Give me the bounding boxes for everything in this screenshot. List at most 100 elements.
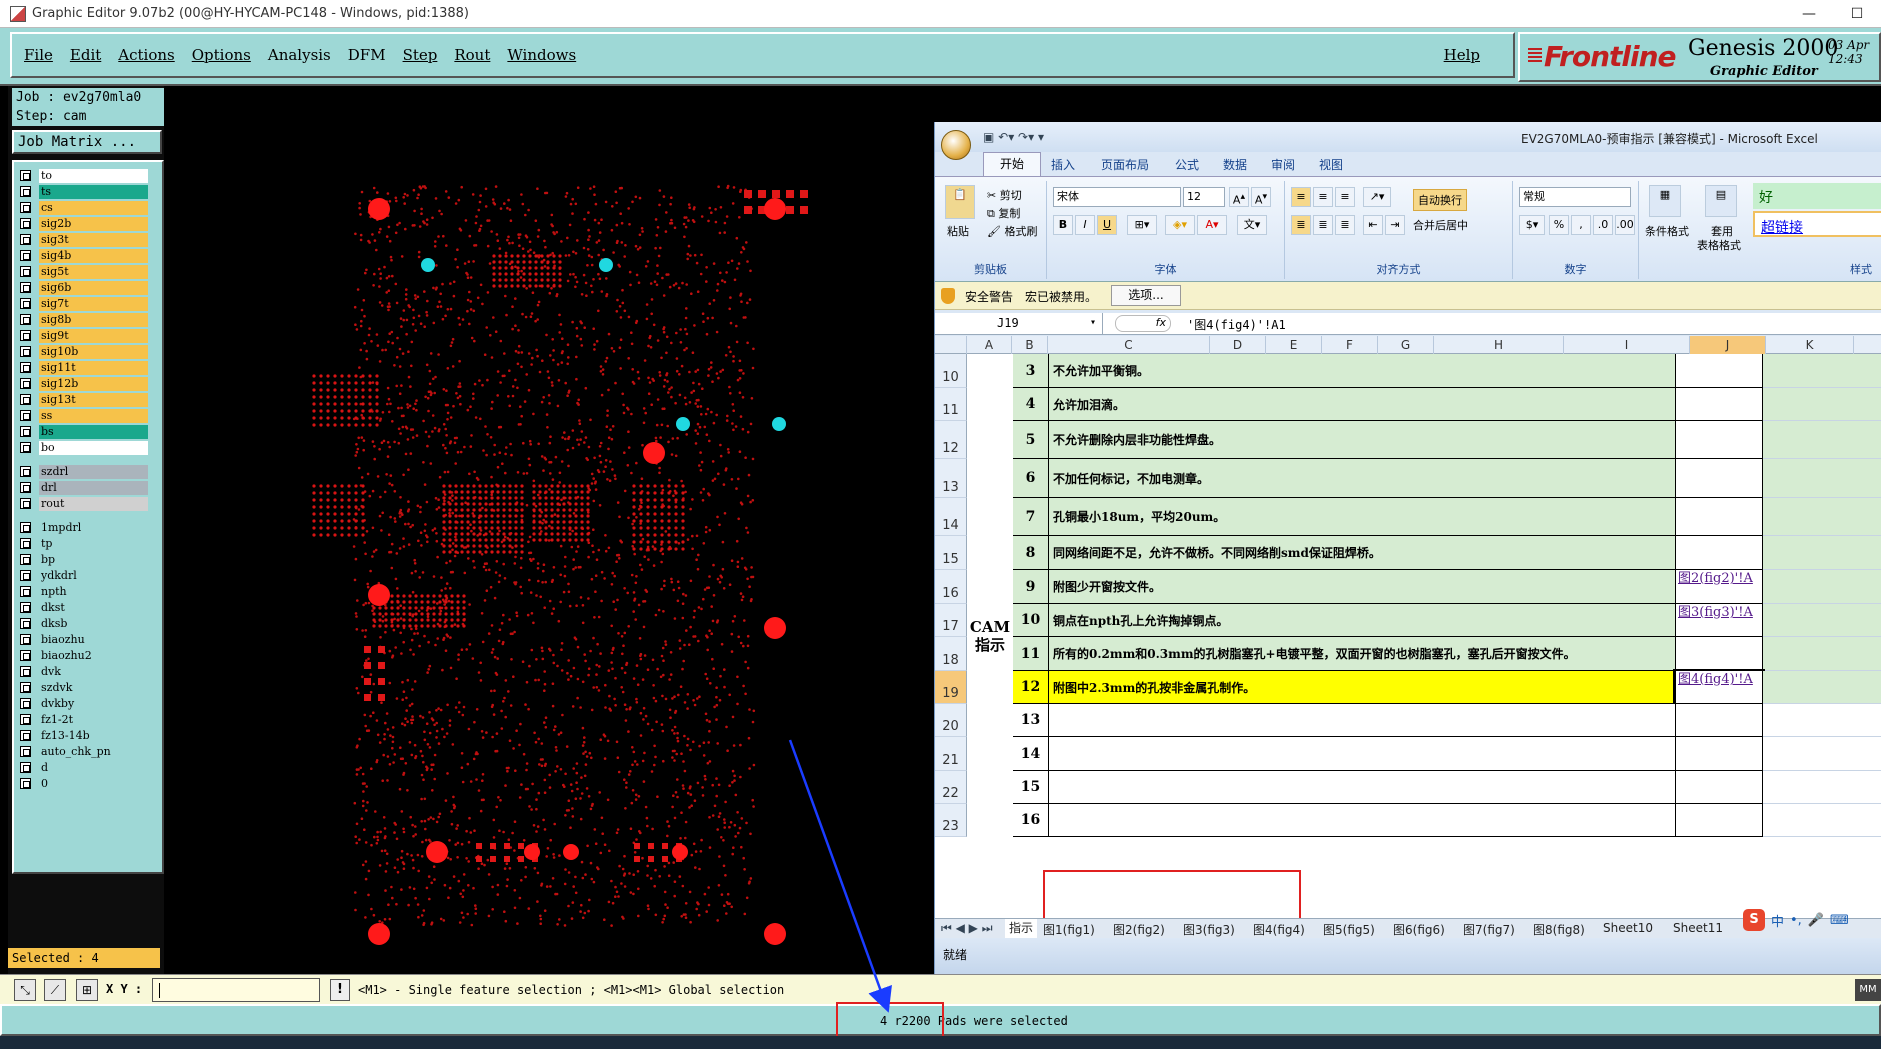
small-pad[interactable] bbox=[632, 892, 635, 896]
small-pad[interactable] bbox=[363, 314, 366, 318]
bga-pad[interactable] bbox=[340, 491, 344, 495]
small-pad[interactable] bbox=[706, 761, 710, 765]
small-pad[interactable] bbox=[614, 477, 617, 481]
small-pad[interactable] bbox=[526, 613, 530, 617]
small-pad[interactable] bbox=[548, 291, 552, 295]
small-pad[interactable] bbox=[402, 537, 405, 540]
small-pad[interactable] bbox=[581, 680, 585, 684]
small-pad[interactable] bbox=[495, 732, 499, 735]
bga-pad[interactable] bbox=[510, 260, 514, 264]
bga-pad[interactable] bbox=[538, 496, 542, 500]
small-pad[interactable] bbox=[634, 798, 638, 801]
small-pad[interactable] bbox=[739, 415, 743, 418]
bga-pad[interactable] bbox=[496, 508, 500, 512]
smd-pad[interactable] bbox=[518, 843, 524, 849]
small-pad[interactable] bbox=[560, 351, 564, 355]
layer-name[interactable]: szdvk bbox=[39, 680, 148, 695]
small-pad[interactable] bbox=[408, 404, 412, 408]
row-header[interactable]: 13 bbox=[935, 459, 967, 498]
bga-pad[interactable] bbox=[312, 498, 316, 502]
small-pad[interactable] bbox=[516, 362, 520, 366]
bga-pad[interactable] bbox=[442, 508, 446, 512]
small-pad[interactable] bbox=[745, 821, 748, 825]
bga-pad[interactable] bbox=[639, 512, 643, 516]
bga-pad[interactable] bbox=[347, 526, 351, 530]
small-pad[interactable] bbox=[433, 527, 437, 530]
small-pad[interactable] bbox=[428, 731, 432, 735]
small-pad[interactable] bbox=[419, 322, 423, 325]
tooling-hole[interactable] bbox=[764, 617, 786, 639]
small-pad[interactable] bbox=[527, 907, 531, 910]
small-pad[interactable] bbox=[583, 326, 586, 329]
small-pad[interactable] bbox=[751, 366, 755, 370]
bga-pad[interactable] bbox=[522, 254, 526, 258]
small-pad[interactable] bbox=[664, 903, 667, 906]
small-pad[interactable] bbox=[561, 713, 564, 717]
small-pad[interactable] bbox=[400, 856, 403, 859]
bga-pad[interactable] bbox=[347, 409, 351, 413]
small-pad[interactable] bbox=[466, 276, 470, 279]
small-pad[interactable] bbox=[456, 841, 460, 845]
small-pad[interactable] bbox=[411, 718, 415, 722]
small-pad[interactable] bbox=[639, 734, 643, 737]
small-pad[interactable] bbox=[385, 712, 389, 715]
small-pad[interactable] bbox=[435, 709, 438, 712]
small-pad[interactable] bbox=[606, 798, 610, 802]
small-pad[interactable] bbox=[715, 413, 718, 417]
small-pad[interactable] bbox=[409, 385, 412, 388]
bga-pad[interactable] bbox=[450, 606, 454, 610]
small-pad[interactable] bbox=[726, 184, 730, 188]
layer-row[interactable]: d bbox=[20, 760, 148, 775]
bga-pad[interactable] bbox=[340, 416, 344, 420]
small-pad[interactable] bbox=[466, 408, 470, 412]
small-pad[interactable] bbox=[443, 603, 447, 606]
ime-toolbar[interactable]: S 中 •, 🎤 ⌨ bbox=[1743, 908, 1881, 932]
bga-pad[interactable] bbox=[454, 520, 458, 524]
small-pad[interactable] bbox=[671, 749, 675, 753]
small-pad[interactable] bbox=[481, 302, 484, 306]
small-pad[interactable] bbox=[702, 741, 706, 744]
small-pad[interactable] bbox=[658, 875, 661, 878]
small-pad[interactable] bbox=[404, 717, 407, 720]
small-pad[interactable] bbox=[711, 657, 714, 661]
bga-pad[interactable] bbox=[516, 278, 520, 282]
small-pad[interactable] bbox=[511, 394, 515, 398]
small-pad[interactable] bbox=[748, 298, 752, 301]
small-pad[interactable] bbox=[656, 667, 659, 671]
bga-pad[interactable] bbox=[426, 594, 430, 598]
small-pad[interactable] bbox=[354, 612, 358, 615]
bga-pad[interactable] bbox=[472, 538, 476, 542]
small-pad[interactable] bbox=[380, 529, 383, 532]
small-pad[interactable] bbox=[728, 307, 731, 311]
small-pad[interactable] bbox=[530, 312, 534, 315]
small-pad[interactable] bbox=[443, 499, 446, 503]
bga-pad[interactable] bbox=[460, 508, 464, 512]
bga-pad[interactable] bbox=[442, 514, 446, 518]
small-pad[interactable] bbox=[699, 850, 703, 853]
security-options-button[interactable]: 选项... bbox=[1111, 285, 1181, 306]
small-pad[interactable] bbox=[662, 673, 665, 677]
layer-name[interactable]: bp bbox=[39, 552, 148, 567]
align-bottom-button[interactable]: ≡ bbox=[1335, 187, 1355, 207]
small-pad[interactable] bbox=[731, 403, 735, 406]
small-pad[interactable] bbox=[660, 587, 663, 591]
small-pad[interactable] bbox=[520, 193, 523, 196]
small-pad[interactable] bbox=[532, 824, 536, 827]
small-pad[interactable] bbox=[656, 795, 659, 798]
small-pad[interactable] bbox=[406, 678, 410, 682]
bga-pad[interactable] bbox=[502, 484, 506, 488]
small-pad[interactable] bbox=[730, 559, 734, 562]
small-pad[interactable] bbox=[579, 596, 583, 599]
small-pad[interactable] bbox=[583, 441, 586, 444]
small-pad[interactable] bbox=[707, 367, 711, 371]
small-pad[interactable] bbox=[557, 733, 561, 736]
small-pad[interactable] bbox=[383, 849, 387, 852]
bga-pad[interactable] bbox=[426, 624, 430, 628]
small-pad[interactable] bbox=[491, 908, 495, 911]
bga-pad[interactable] bbox=[420, 618, 424, 622]
small-pad[interactable] bbox=[622, 403, 625, 407]
bga-pad[interactable] bbox=[354, 484, 358, 488]
small-pad[interactable] bbox=[405, 332, 408, 336]
bga-pad[interactable] bbox=[375, 374, 379, 378]
bga-pad[interactable] bbox=[502, 502, 506, 506]
